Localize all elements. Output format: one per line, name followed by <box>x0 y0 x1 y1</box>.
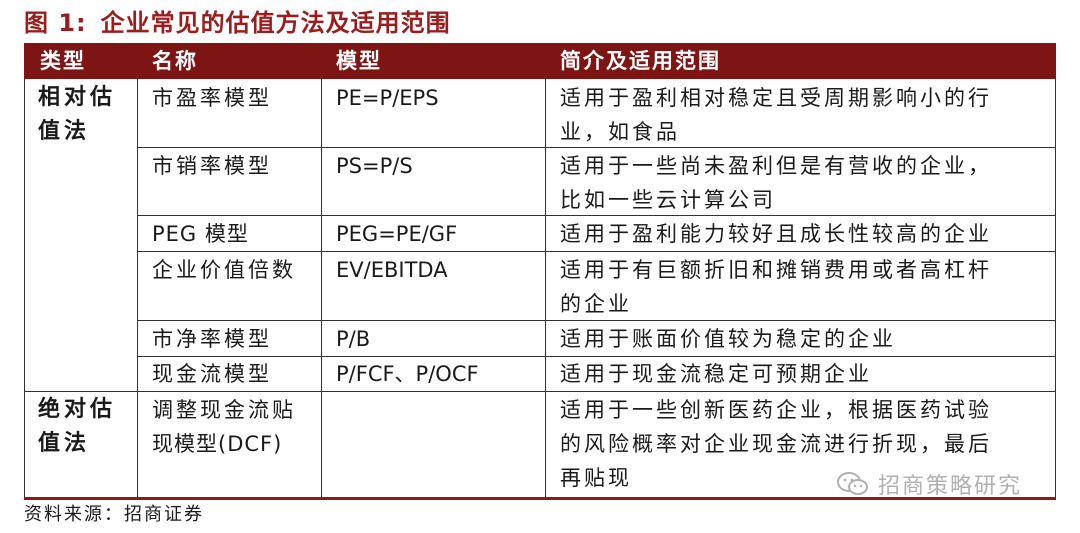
border-right <box>1055 79 1056 497</box>
table-row-name: 现金流模型 <box>152 362 272 386</box>
group-type-line: 相对估 <box>38 85 117 110</box>
table-row-name: 市净率模型 <box>152 327 272 351</box>
border-left <box>24 79 25 497</box>
header-name: 名称 <box>152 49 198 73</box>
row-divider <box>137 251 1056 252</box>
description-line: 比如一些云计算公司 <box>560 188 776 212</box>
group-divider <box>24 391 1056 392</box>
table-row-model: EV/EBITDA <box>336 258 448 282</box>
description-line: 适用于账面价值较为稳定的企业 <box>560 327 896 351</box>
valuation-methods-table: 类型 名称 模型 简介及适用范围 相对估 值法 绝对估 值法 市盈率模型 PE=… <box>24 43 1056 500</box>
table-row-description: 适用于盈利能力较好且成长性较高的企业 <box>560 217 992 251</box>
description-line: 适用于现金流稳定可预期企业 <box>560 362 872 386</box>
table-row-model: PS=P/S <box>336 154 413 178</box>
table-row-description: 适用于盈利相对稳定且受周期影响小的行 业，如食品 <box>560 81 992 149</box>
table-row-name: PEG 模型 <box>152 222 249 246</box>
column-divider <box>545 79 546 497</box>
header-description: 简介及适用范围 <box>560 49 721 73</box>
table-row-description: 适用于有巨额折旧和摊销费用或者高杠杆 的企业 <box>560 253 992 321</box>
table-row-model: P/B <box>336 327 371 351</box>
figure-number: 图 1: <box>24 9 87 37</box>
description-line: 适用于一些尚未盈利但是有营收的企业， <box>560 154 992 178</box>
description-line: 适用于一些创新医药企业，根据医药试验 <box>560 398 992 422</box>
group-type-line: 值法 <box>38 431 91 456</box>
description-line: 的企业 <box>560 292 632 316</box>
table-row-description: 适用于现金流稳定可预期企业 <box>560 357 872 391</box>
table-row-model: PE=P/EPS <box>336 86 439 110</box>
description-line: 的风险概率对企业现金流进行折现，最后 <box>560 432 992 456</box>
description-line: 适用于盈利相对稳定且受周期影响小的行 <box>560 86 992 110</box>
group-type-relative: 相对估 值法 <box>38 81 116 149</box>
name-line: 现模型(DCF) <box>152 432 283 456</box>
table-row-model: PEG=PE/GF <box>336 222 458 246</box>
name-line: 调整现金流贴 <box>152 398 296 422</box>
table-row-name: 企业价值倍数 <box>152 258 296 282</box>
table-row-name: 市盈率模型 <box>152 86 272 110</box>
figure-title-text: 企业常见的估值方法及适用范围 <box>100 9 451 37</box>
table-row-name: 市销率模型 <box>152 154 272 178</box>
column-divider <box>321 79 322 497</box>
header-type: 类型 <box>40 49 86 73</box>
column-divider <box>137 79 138 497</box>
watermark-text: 招商策略研究 <box>878 474 1023 499</box>
table-row-model: P/FCF、P/OCF <box>336 362 479 386</box>
description-line: 业，如食品 <box>560 120 680 144</box>
source-note: 资料来源：招商证券 <box>24 504 204 525</box>
table-header: 类型 名称 模型 简介及适用范围 <box>24 43 1056 79</box>
group-type-absolute: 绝对估 值法 <box>38 393 116 461</box>
group-type-line: 值法 <box>38 119 91 144</box>
description-line: 适用于盈利能力较好且成长性较高的企业 <box>560 222 992 246</box>
figure-title: 图 1: 企业常见的估值方法及适用范围 <box>24 4 451 42</box>
wechat-icon <box>837 472 868 495</box>
watermark: 招商策略研究 <box>836 468 1022 500</box>
table-row-description: 适用于账面价值较为稳定的企业 <box>560 322 896 356</box>
header-model: 模型 <box>336 49 382 73</box>
table-row-description: 适用于一些尚未盈利但是有营收的企业， 比如一些云计算公司 <box>560 149 992 217</box>
table-row-name: 调整现金流贴 现模型(DCF) <box>152 393 296 461</box>
group-type-line: 绝对估 <box>38 397 117 422</box>
description-line: 适用于有巨额折旧和摊销费用或者高杠杆 <box>560 258 992 282</box>
